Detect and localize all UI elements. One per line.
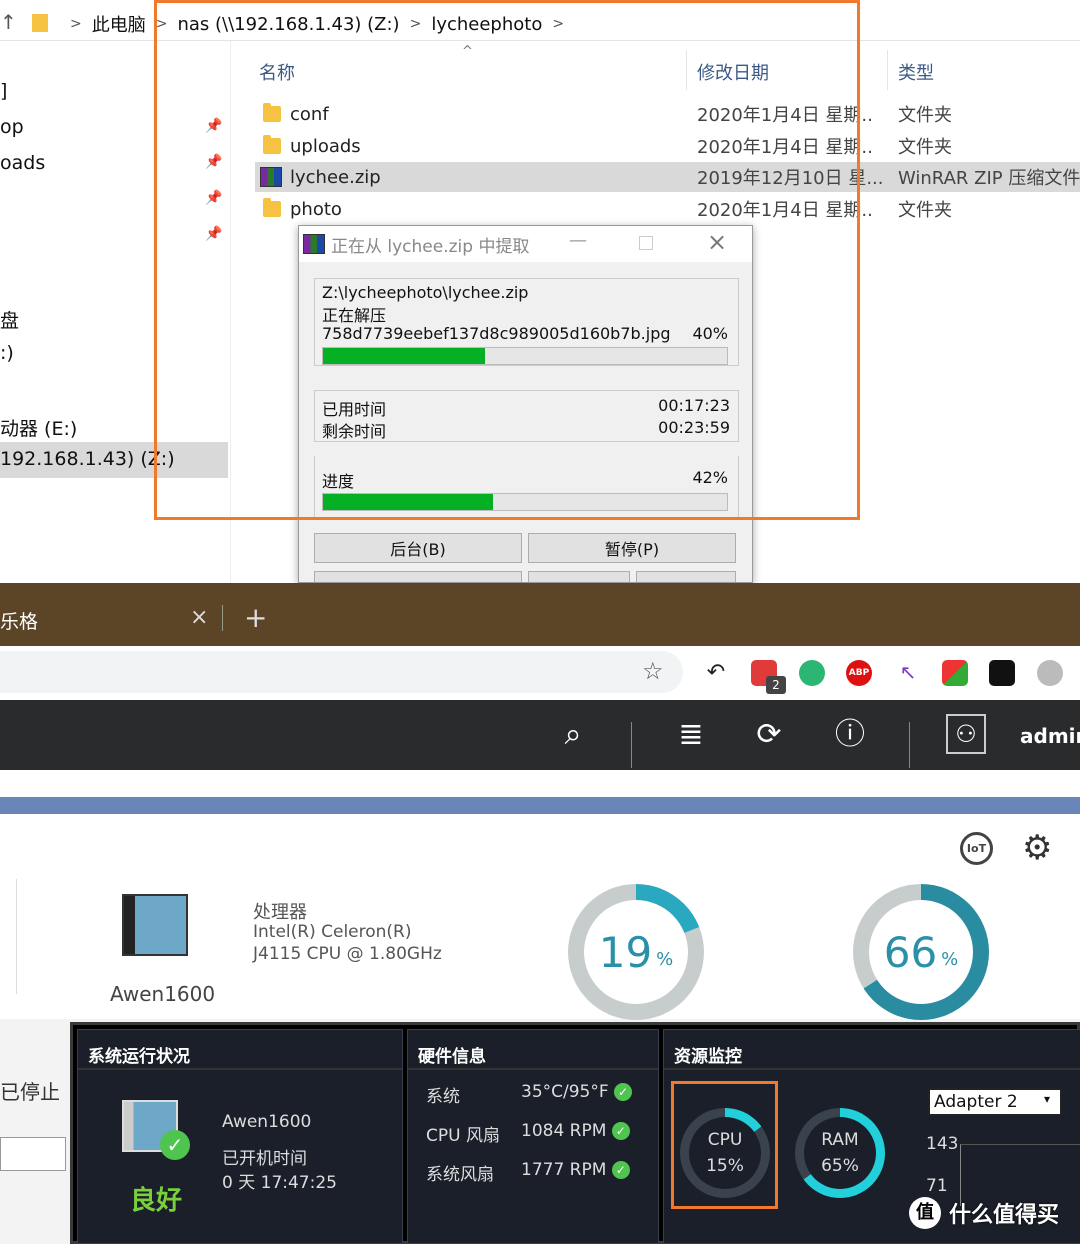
extension-icon[interactable] [799, 660, 825, 686]
y-tick: 143 [926, 1134, 959, 1154]
extension-icon[interactable] [942, 660, 968, 686]
iot-icon[interactable]: IoT [960, 832, 993, 865]
cpu-model-line-1: Intel(R) Celeron(R) [253, 922, 412, 942]
sync-icon[interactable]: ⟳ [750, 716, 788, 754]
device-name: Awen1600 [222, 1112, 312, 1132]
watermark-logo-icon: 值 [909, 1197, 941, 1229]
check-icon: ✓ [160, 1130, 190, 1160]
panel-title: 资源监控 [664, 1030, 1080, 1070]
search-icon[interactable]: ⌕ [554, 716, 592, 754]
cpu-usage-value: 19 [598, 927, 653, 977]
nav-item[interactable]: 盘 [0, 306, 19, 333]
status-panel: 系统运行状况 ✓ 良好 Awen1600 已开机时间 0 天 17:47:25 [77, 1029, 403, 1244]
nas-device-icon [122, 894, 188, 956]
hw-label: 系统风扇 [426, 1165, 494, 1185]
memory-usage-value: 66 [883, 927, 938, 977]
user-avatar-icon[interactable]: ⚇ [946, 714, 986, 754]
file-type: 文件夹 [898, 137, 952, 158]
hw-value: 1777 RPM ✓ [521, 1160, 630, 1180]
cpu-usage-donut: 19% [568, 884, 704, 1020]
address-bar[interactable]: ☆ [0, 651, 683, 693]
cancel-button[interactable] [314, 571, 522, 582]
accent-strip [0, 797, 1080, 814]
extension-icon[interactable] [989, 660, 1015, 686]
device-name: Awen1600 [110, 982, 216, 1006]
y-tick: 71 [926, 1176, 948, 1196]
mode-button[interactable] [528, 571, 630, 582]
check-icon: ✓ [614, 1083, 633, 1101]
file-type: 文件夹 [898, 105, 952, 126]
watermark-text: 什么值得买 [949, 1203, 1060, 1228]
file-type: 文件夹 [898, 200, 952, 221]
breadcrumb-this-pc[interactable]: 此电脑 [92, 11, 146, 37]
ram-value: 65% [821, 1156, 859, 1176]
gear-icon[interactable]: ⚙ [1022, 828, 1052, 868]
extension-icon[interactable]: ↖ [895, 660, 921, 686]
uptime-label: 已开机时间 [222, 1149, 307, 1169]
check-icon: ✓ [611, 1161, 630, 1179]
watermark: 值 什么值得买 [909, 1197, 1059, 1229]
cpu-model-line-2: J4115 CPU @ 1.80GHz [253, 944, 442, 964]
percent-sign: % [941, 948, 959, 970]
percent-sign: % [656, 948, 674, 970]
browser-toolbar: ☆ ↶ 2 ABP ↖ [0, 646, 1080, 700]
panel-title: 硬件信息 [408, 1030, 658, 1070]
check-icon: ✓ [611, 1122, 630, 1140]
hardware-panel: 硬件信息 系统 35°C/95°F ✓ CPU 风扇 1084 RPM ✓ 系统… [407, 1029, 659, 1244]
browser-tab-strip: 乐格 × + [0, 583, 1080, 646]
hw-label: CPU 风扇 [426, 1126, 500, 1146]
nav-item[interactable]: op [0, 116, 24, 138]
stopped-text: 已停止 [0, 1080, 60, 1104]
memory-usage-donut: 66% [853, 884, 989, 1020]
username[interactable]: admin [1020, 724, 1080, 748]
nav-item[interactable]: 动器 (E:) [0, 414, 77, 441]
nav-item[interactable]: oads [0, 152, 45, 174]
folder-icon [32, 14, 48, 32]
column-header-type[interactable]: 类型 [898, 59, 934, 85]
ram-ring: RAM 65% [795, 1108, 885, 1198]
info-icon[interactable]: ⓘ [831, 716, 869, 754]
panel-title: 系统运行状况 [78, 1030, 402, 1070]
extension-icon[interactable]: ↶ [703, 660, 729, 686]
extension-badge: 2 [766, 676, 786, 694]
file-type: WinRAR ZIP 压缩文件 [898, 168, 1080, 189]
tab-title[interactable]: 乐格 [0, 607, 38, 634]
chevron-down-icon: ▾ [1043, 1092, 1050, 1106]
nav-item[interactable]: ] [0, 80, 7, 102]
pause-button[interactable]: 暂停(P) [528, 533, 736, 563]
up-arrow-icon[interactable]: ↑ [0, 10, 17, 34]
ram-label: RAM [821, 1130, 859, 1150]
hw-value: 1084 RPM ✓ [521, 1121, 630, 1141]
new-tab-icon[interactable]: + [244, 601, 267, 634]
cpu-label: 处理器 [253, 902, 307, 923]
highlight-box [671, 1081, 778, 1209]
system-widgets: 系统运行状况 ✓ 良好 Awen1600 已开机时间 0 天 17:47:25 … [70, 1022, 1080, 1244]
qnap-top-bar: ⌕ ≣ ⟳ ⓘ ⚇ admin [0, 700, 1080, 770]
nav-item[interactable]: :) [0, 342, 14, 364]
uptime-value: 0 天 17:47:25 [222, 1173, 337, 1193]
tasks-icon[interactable]: ≣ [672, 716, 710, 754]
highlight-box [154, 0, 860, 520]
hw-value: 35°C/95°F ✓ [521, 1082, 633, 1102]
input-box[interactable] [0, 1137, 66, 1171]
chevron-right-icon: > [70, 16, 82, 32]
help-button[interactable] [636, 571, 736, 582]
background-button[interactable]: 后台(B) [314, 533, 522, 563]
hw-label: 系统 [426, 1087, 460, 1107]
adblock-icon[interactable]: ABP [846, 660, 872, 686]
extension-icon[interactable] [1037, 660, 1063, 686]
adapter-select[interactable]: Adapter 2 ▾ [928, 1088, 1062, 1116]
bookmark-star-icon[interactable]: ☆ [642, 657, 664, 685]
close-tab-icon[interactable]: × [190, 605, 208, 630]
file-explorer-window: ↑ > 此电脑 > nas (\\192.168.1.43) (Z:) > ly… [0, 0, 1080, 583]
health-status: 良好 [130, 1186, 183, 1216]
